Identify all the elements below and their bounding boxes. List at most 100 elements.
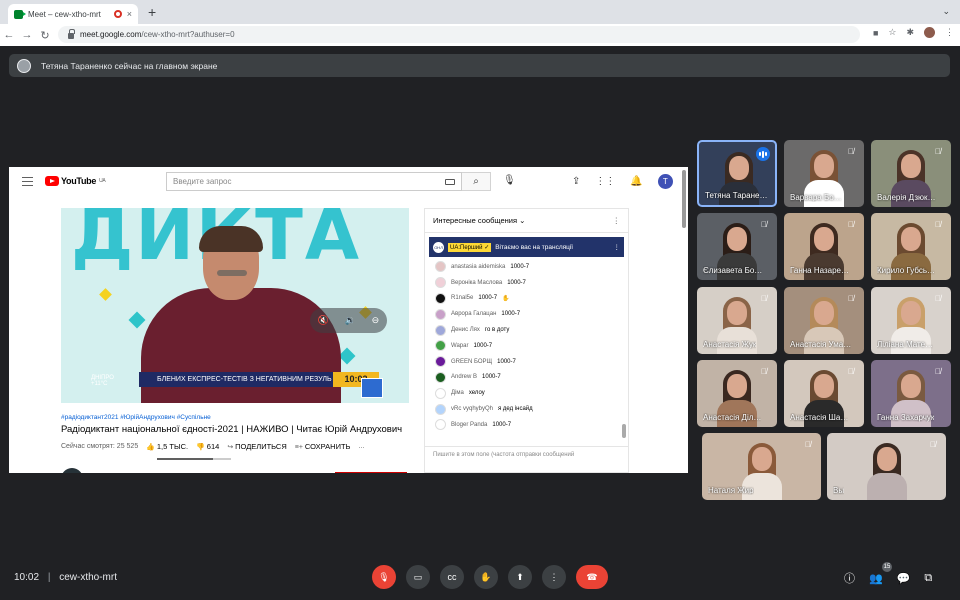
search-icon[interactable]: ⌕ — [462, 172, 491, 191]
activities-icon[interactable]: ⧉ — [924, 572, 932, 585]
save-label: СОХРАНИТЬ — [304, 442, 351, 451]
participant-tile[interactable]: 🎙̸ Анастасія Ша… — [784, 360, 864, 427]
chat-text: 1000-7 — [478, 295, 498, 302]
chat-icon[interactable]: 💬 — [897, 572, 911, 585]
reload-icon[interactable]: ↻ — [36, 29, 54, 42]
tab-title: Meet – cew-xtho-mrt — [28, 9, 101, 19]
meeting-details-icon[interactable]: ⓘ — [844, 570, 855, 586]
like-button[interactable]: 👍 1,5 ТЫС. — [146, 442, 188, 451]
captions-button[interactable]: cc — [440, 565, 464, 589]
dislike-button[interactable]: 👎 614 — [196, 442, 219, 451]
extensions-icon[interactable]: ✱ — [906, 27, 914, 38]
subscribe-button[interactable] — [335, 472, 407, 473]
dislike-count: 614 — [206, 442, 220, 451]
participant-name: Анастасія Ша… — [790, 413, 849, 422]
camera-toggle-button[interactable]: ▭ — [406, 565, 430, 589]
menu-icon[interactable] — [22, 177, 33, 186]
participant-tile[interactable]: 🎙̸ Кирило Губсь… — [871, 213, 951, 280]
meeting-time: 10:02 — [14, 572, 40, 583]
mic-off-icon: 🎙̸ — [848, 294, 854, 303]
browser-tab[interactable]: Meet – cew-xtho-mrt × — [8, 4, 138, 24]
video-player[interactable]: ДИКТА 🔇 🔉 ⊖ ДНІПРО +11°C БЛЕНИХ ЕКСПРЕС-… — [61, 208, 409, 403]
participant-name: Наталя Жир — [708, 486, 754, 495]
participant-tile[interactable]: Тетяна Таране… — [697, 140, 777, 207]
tab-search-icon[interactable]: ⌄ — [942, 6, 950, 17]
participant-tile[interactable]: 🎙̸ Єлизавета Бо… — [697, 213, 777, 280]
chat-author: Andrew B — [451, 374, 478, 381]
participant-name: Ганна Назаре… — [790, 266, 849, 275]
more-actions-button[interactable]: ... — [358, 443, 364, 450]
keyboard-icon[interactable] — [445, 179, 455, 185]
forward-icon[interactable]: → — [18, 29, 36, 41]
upload-icon[interactable]: ⇪ — [572, 176, 580, 187]
people-icon[interactable]: 👥 — [869, 572, 883, 585]
lock-icon — [68, 28, 75, 39]
participant-tile[interactable]: 🎙̸ Валерія Дзюк… — [871, 140, 951, 207]
chat-menu-icon[interactable]: ⋮ — [613, 216, 621, 225]
chat-text: 1000-7 — [501, 311, 521, 318]
like-ratio-bar — [157, 458, 231, 460]
save-button[interactable]: ≡+ СОХРАНИТЬ — [295, 442, 351, 451]
chat-text: го в доту — [484, 327, 510, 334]
profile-avatar[interactable] — [924, 27, 935, 38]
shared-screen-scrollbar[interactable] — [682, 170, 686, 228]
chat-message: anastasia aidemiska 1000-7 — [425, 259, 628, 275]
chat-text: 1000-7 — [510, 263, 530, 270]
apps-icon[interactable]: ⋮⋮ — [595, 176, 615, 187]
channel-logo — [361, 378, 383, 398]
participant-tile[interactable]: 🎙̸ Анастасія Ума… — [784, 287, 864, 354]
chat-mode-select[interactable]: Интересные сообщения ⌄ — [433, 216, 525, 225]
tab-close-icon[interactable]: × — [127, 9, 132, 19]
leave-call-button[interactable]: ☎ — [576, 565, 608, 589]
youtube-play-icon — [45, 176, 59, 186]
more-icon[interactable]: ⊖ — [372, 315, 380, 326]
channel-avatar[interactable] — [61, 468, 83, 473]
pinned-author: UA:Перший ✓ — [448, 242, 492, 252]
participant-tile[interactable]: 🎙̸ Ліліана Мате… — [871, 287, 951, 354]
video-tags[interactable]: #радіодиктант2021 #ЮрійАндрухович #Суспі… — [61, 414, 421, 421]
participant-tile[interactable]: 🎙̸ Анастасія Діл… — [697, 360, 777, 427]
dislike-icon: 👎 — [196, 444, 205, 451]
participant-tile[interactable]: 🎙̸ Ганна Назаре… — [784, 213, 864, 280]
raise-hand-button[interactable]: ✋ — [474, 565, 498, 589]
participant-tile[interactable]: 🎙̸ Вы — [827, 433, 946, 500]
participant-tile[interactable]: 🎙̸ Варвара Бо… — [784, 140, 864, 207]
weather-temp: +11°C — [91, 381, 108, 387]
account-avatar[interactable]: T — [657, 174, 673, 189]
chat-input[interactable]: Пишите в этом поле (частота отправки соо… — [425, 446, 628, 472]
chat-scrollbar[interactable] — [622, 424, 626, 438]
viewer-count: Сейчас смотрят: 25 525 — [61, 443, 139, 450]
region-code: UA — [99, 178, 106, 184]
youtube-search-input[interactable]: Введите запрос — [166, 172, 462, 191]
pinned-menu-icon[interactable]: ⋮ — [614, 243, 621, 251]
share-button[interactable]: ↪ ПОДЕЛИТЬСЯ — [227, 442, 286, 451]
present-button[interactable]: ⬆ — [508, 565, 532, 589]
pinned-author-name: UA:Перший — [450, 244, 483, 251]
mic-off-icon: 🎙̸ — [848, 367, 854, 376]
meeting-code[interactable]: cew-xtho-mrt — [59, 572, 117, 583]
more-options-button[interactable]: ⋮ — [542, 565, 566, 589]
participant-tile[interactable]: 🎙̸ Ганна Захарчук — [871, 360, 951, 427]
chevron-down-icon: ⌄ — [519, 216, 526, 225]
address-bar[interactable]: meet.google.com/cew-xtho-mrt?authuser=0 — [58, 26, 860, 43]
meeting-info-separator: | — [47, 572, 51, 583]
camera-indicator-icon[interactable]: ■ — [873, 28, 878, 38]
bookmark-star-icon[interactable]: ☆ — [888, 27, 896, 38]
voice-search-icon[interactable]: 🎙 — [503, 175, 516, 186]
mute-icon[interactable]: 🔇 — [318, 315, 329, 326]
participant-tile[interactable]: 🎙̸ Наталя Жир — [702, 433, 821, 500]
notifications-icon[interactable]: 🔔 — [630, 176, 642, 187]
camera-icon: ▭ — [413, 571, 423, 582]
volume-icon[interactable]: 🔉 — [345, 315, 356, 326]
presenter-avatar — [17, 58, 31, 73]
decor-diamond — [128, 311, 146, 329]
new-tab-button[interactable]: + — [148, 4, 156, 20]
live-chat: Интересные сообщения ⌄ ⋮ ОНЛ UA:Перший ✓… — [424, 208, 629, 473]
youtube-logo[interactable]: YouTube UA — [45, 176, 106, 186]
browser-chrome: Meet – cew-xtho-mrt × + ⌄ ← → ↻ meet.goo… — [0, 0, 960, 46]
participant-tile[interactable]: 🎙̸ Анастасія Жук — [697, 287, 777, 354]
browser-menu-icon[interactable]: ⋮ — [945, 27, 954, 38]
url-host: meet.google.com — [80, 30, 142, 39]
microphone-toggle-button[interactable]: 🎙 — [372, 565, 396, 589]
back-icon[interactable]: ← — [0, 29, 18, 41]
